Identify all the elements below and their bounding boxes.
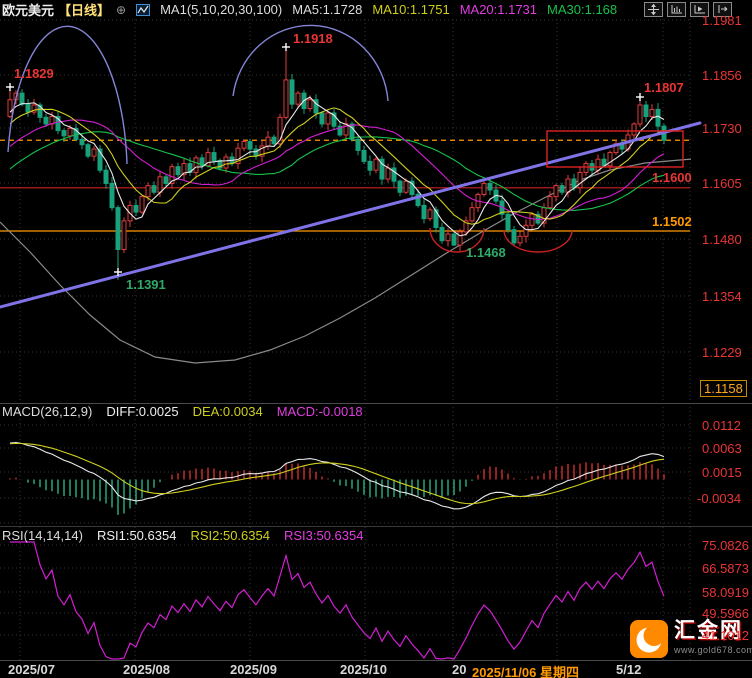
- price-annotation-label: 1.1807: [644, 80, 684, 95]
- symbol-title: 欧元美元: [2, 0, 54, 19]
- price-annotation-label: 1.1502: [652, 214, 692, 229]
- macd-dea-value: DEA:0.0034: [193, 404, 263, 419]
- crosshair-date-label: 2025/11/06 星期四: [472, 662, 579, 678]
- main-axis-tick: 1.1354: [702, 289, 742, 304]
- ma30-value: MA30:1.168: [547, 2, 617, 17]
- main-axis-tick: 1.1605: [702, 176, 742, 191]
- macd-diff-value: DIFF:0.0025: [106, 404, 178, 419]
- main-chart-header: 欧元美元 【日线】 ⊕ MA1(5,10,20,30,100) MA5:1.17…: [2, 1, 617, 18]
- macd-axis-tick: 0.0112: [702, 418, 741, 433]
- price-annotation-label: 1.1918: [293, 31, 333, 46]
- ma20-value: MA20:1.1731: [460, 2, 537, 17]
- circle-plus-icon[interactable]: ⊕: [116, 3, 126, 17]
- rsi3-value: RSI3:50.6354: [284, 528, 364, 543]
- month-label: 2025/08: [123, 662, 170, 677]
- watermark-site-url: www.gold678.com: [674, 645, 752, 655]
- main-axis-tick: 1.1981: [702, 13, 742, 28]
- rsi-axis-tick: 66.5873: [702, 561, 749, 576]
- month-label-tail: 5/12: [616, 662, 641, 677]
- month-label: 2025/10: [340, 662, 387, 677]
- rsi-axis-tick: 75.0826: [702, 538, 749, 553]
- macd-axis-tick: -0.0034: [697, 491, 741, 506]
- price-annotation-label: 1.1391: [126, 277, 166, 292]
- price-annotation-label: 1.1600: [652, 170, 692, 185]
- ma-params-label: MA1(5,10,20,30,100): [160, 2, 282, 17]
- macd-params-label: MACD(26,12,9): [2, 404, 92, 419]
- price-chart-canvas[interactable]: [0, 0, 752, 678]
- macd-header: MACD(26,12,9) DIFF:0.0025 DEA:0.0034 MAC…: [2, 404, 363, 419]
- price-annotation-label: 1.1468: [466, 245, 506, 260]
- macd-axis-tick: 0.0015: [702, 465, 742, 480]
- main-axis-tick: 1.1229: [702, 345, 742, 360]
- ma5-value: MA5:1.1728: [292, 2, 362, 17]
- mini-chart-icon: [136, 4, 150, 16]
- axis-chart-button[interactable]: [667, 2, 686, 17]
- ma10-value: MA10:1.1751: [372, 2, 449, 17]
- macd-axis-tick: 0.0063: [702, 441, 742, 456]
- rsi2-value: RSI2:50.6354: [190, 528, 270, 543]
- rsi1-value: RSI1:50.6354: [97, 528, 177, 543]
- main-axis-tick: 1.1856: [702, 68, 742, 83]
- rsi-header: RSI(14,14,14) RSI1:50.6354 RSI2:50.6354 …: [2, 528, 363, 543]
- month-label: 2025/09: [230, 662, 277, 677]
- macd-value: MACD:-0.0018: [277, 404, 363, 419]
- month-label: 2025/07: [8, 662, 55, 677]
- rsi-axis-tick: 41.1012: [702, 628, 749, 643]
- trading-app-window: 欧元美元 【日线】 ⊕ MA1(5,10,20,30,100) MA5:1.17…: [0, 0, 752, 678]
- rsi-params-label: RSI(14,14,14): [2, 528, 83, 543]
- rsi-axis-tick: 58.0919: [702, 585, 749, 600]
- axis-price-box: 1.1158: [700, 380, 747, 397]
- month-label: 20: [452, 662, 466, 677]
- main-axis-tick: 1.1480: [702, 232, 742, 247]
- move-crosshair-button[interactable]: [644, 2, 663, 17]
- price-annotation-label: 1.1829: [14, 66, 54, 81]
- rsi-axis-tick: 49.5966: [702, 606, 749, 621]
- gold678-logo-icon: [630, 620, 668, 658]
- period-label[interactable]: 【日线】: [58, 0, 110, 19]
- main-axis-tick: 1.1730: [702, 121, 742, 136]
